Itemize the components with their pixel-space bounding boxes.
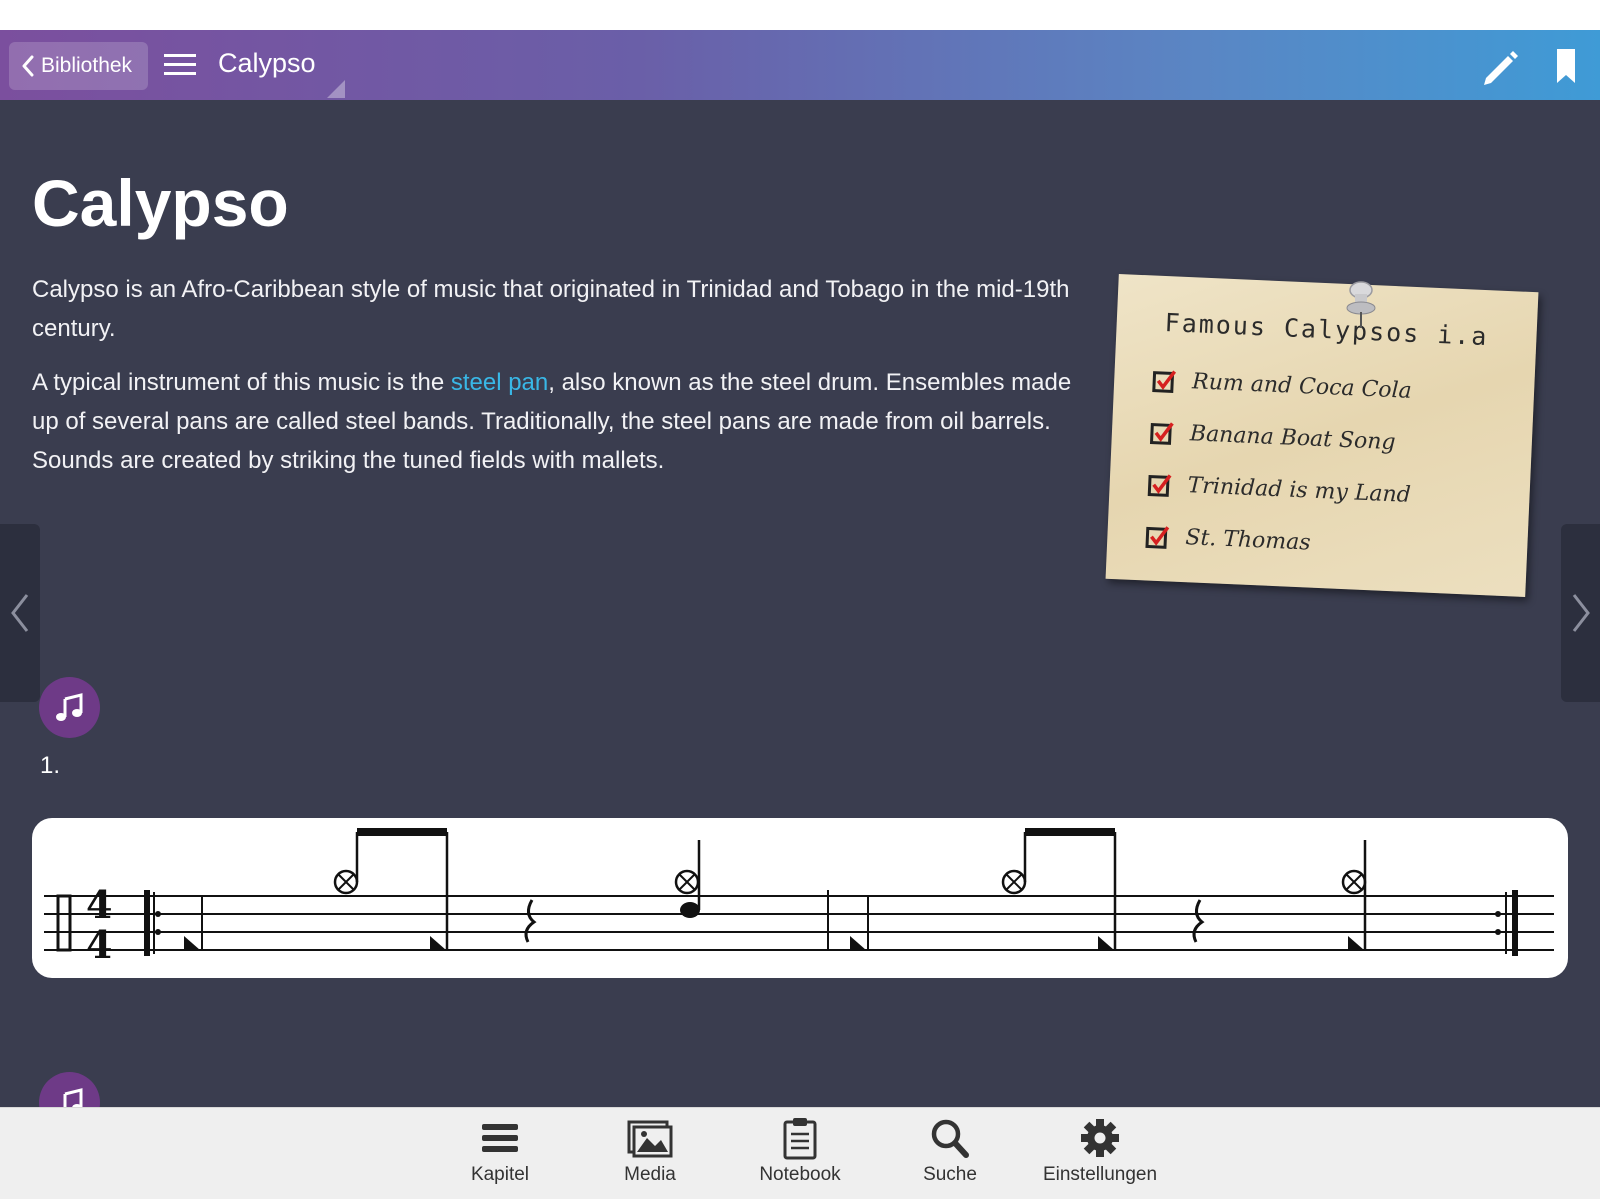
search-icon — [931, 1119, 969, 1158]
tab-label: Media — [624, 1164, 676, 1185]
corner-marker — [327, 80, 345, 98]
tab-label: Suche — [923, 1164, 977, 1185]
bookmark-icon[interactable] — [1554, 49, 1578, 85]
note-item: St. Thomas — [1145, 523, 1312, 556]
play-audio-button[interactable] — [39, 1072, 100, 1107]
drum-notation: 4 4 — [32, 818, 1568, 978]
menu-icon[interactable] — [164, 51, 196, 79]
tab-label: Einstellungen — [1042, 1164, 1158, 1185]
chevron-left-icon — [11, 594, 29, 632]
note-item: Rum and Coca Cola — [1152, 368, 1413, 404]
content-area: Calypso Calypso is an Afro-Caribbean sty… — [0, 100, 1600, 1107]
famous-calypsos-note[interactable]: Famous Calypsos i.a Rum and Coca Cola Ba… — [1105, 273, 1539, 598]
page-title: Calypso — [32, 166, 289, 240]
images-icon — [627, 1120, 673, 1158]
note-item-label: Trinidad is my Land — [1187, 473, 1412, 508]
tab-suche[interactable]: Suche — [880, 1116, 1020, 1196]
header-title: Calypso — [218, 48, 316, 78]
back-button-label: Bibliothek — [41, 54, 133, 77]
music-note-icon — [63, 1087, 82, 1107]
checkbox-checked-icon — [1149, 421, 1174, 445]
svg-text:4: 4 — [86, 922, 112, 967]
pencil-icon[interactable] — [1480, 48, 1520, 86]
tab-einstellungen[interactable]: Einstellungen — [1030, 1116, 1170, 1196]
checkbox-checked-icon — [1152, 369, 1177, 393]
paragraph-text: A typical instrument of this music is th… — [32, 369, 451, 396]
checkbox-checked-icon — [1147, 473, 1172, 497]
play-audio-button[interactable] — [39, 677, 100, 738]
tab-kapitel[interactable]: Kapitel — [430, 1116, 570, 1196]
top-bar: Bibliothek Calypso — [0, 30, 1600, 100]
music-note-icon — [55, 692, 82, 721]
tab-notebook[interactable]: Notebook — [730, 1116, 870, 1196]
previous-page-button[interactable] — [0, 524, 40, 702]
exercise-number: 1. — [40, 752, 61, 779]
note-item-label: Banana Boat Song — [1189, 421, 1397, 456]
tab-label: Notebook — [759, 1164, 841, 1185]
next-page-button[interactable] — [1561, 524, 1600, 702]
list-icon — [482, 1124, 518, 1152]
note-item-label: St. Thomas — [1184, 525, 1312, 556]
tab-label: Kapitel — [470, 1164, 530, 1185]
note-title: Famous Calypsos i.a — [1164, 308, 1490, 352]
pushpin-icon — [1346, 281, 1376, 328]
chevron-right-icon — [1572, 594, 1590, 632]
chevron-left-icon — [22, 55, 34, 77]
note-item: Banana Boat Song — [1149, 420, 1397, 456]
bottom-tab-bar: Kapitel Media Notebook Suche Einstellung… — [0, 1107, 1600, 1199]
tab-media[interactable]: Media — [580, 1116, 720, 1196]
back-button[interactable]: Bibliothek — [9, 42, 148, 90]
clipboard-icon — [783, 1118, 817, 1160]
intro-paragraph: Calypso is an Afro-Caribbean style of mu… — [32, 276, 1070, 342]
checkbox-checked-icon — [1145, 525, 1170, 549]
score-staff: 4 4 — [44, 828, 1554, 967]
steel-pan-link[interactable]: steel pan — [451, 369, 548, 396]
svg-text:4: 4 — [86, 882, 112, 927]
note-item-label: Rum and Coca Cola — [1191, 369, 1413, 404]
instrument-paragraph: A typical instrument of this music is th… — [32, 363, 1102, 480]
gear-icon — [1081, 1119, 1119, 1157]
note-item: Trinidad is my Land — [1147, 471, 1412, 508]
status-bar — [0, 0, 1600, 30]
